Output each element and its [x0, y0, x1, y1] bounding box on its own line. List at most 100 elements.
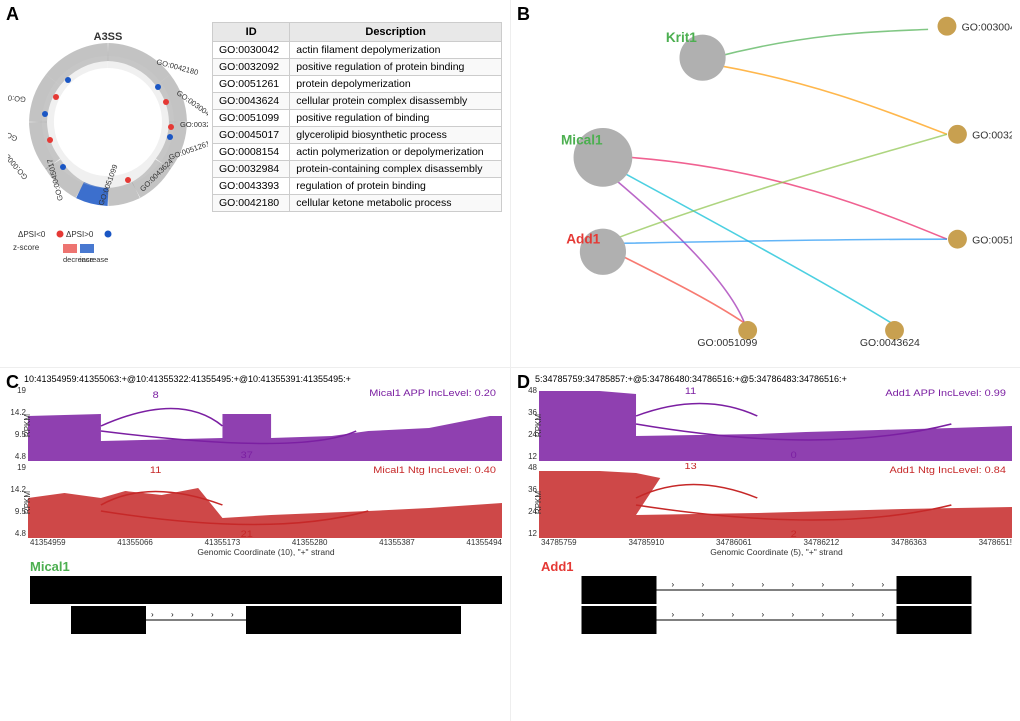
network-svg: Krit1 Mical1 Add1 GO:0030042 GO:0032092 … — [519, 8, 1012, 359]
rpkm-label-ntg: RPKM — [23, 491, 32, 514]
legend-dpsi-pos: ΔPSI>0 — [66, 230, 94, 239]
gene-track-svg-d-1: › › › › › › › › — [541, 576, 1012, 604]
red-dot-1 — [163, 99, 169, 105]
go-0043624-label: GO:0043624 — [860, 338, 920, 349]
go-0032092-label: GO:0032092 — [972, 130, 1012, 141]
legend-red-dot — [57, 231, 64, 238]
go-table: ID Description GO:0030042actin filament … — [212, 22, 502, 359]
svg-text:›: › — [822, 610, 825, 619]
legend-dpsi-neg: ΔPSI<0 — [18, 230, 46, 239]
app-chart-svg: 8 37 Mical1 APP IncLevel: 0.20 — [28, 386, 502, 461]
x-axis-d: 34785759 34785910 34786061 34786212 3478… — [541, 538, 1012, 547]
red-dot-2 — [168, 124, 174, 130]
red-dot-5 — [53, 94, 59, 100]
legend-zscore: z-score — [13, 243, 40, 252]
legend-increase-rect — [80, 244, 94, 253]
svg-text:Add1 Ntg IncLevel: 0.84: Add1 Ntg IncLevel: 0.84 — [889, 466, 1006, 476]
legend-decrease-rect — [63, 244, 77, 253]
panel-c: C 10:41354959:41355063:+@10:41355322:413… — [0, 367, 510, 721]
mical1-label: Mical1 — [561, 133, 603, 148]
svg-text:›: › — [151, 610, 154, 619]
svg-text:›: › — [822, 580, 825, 589]
gene-track-c-1: › › › › › — [30, 576, 502, 604]
table-row: GO:0008154actin polymerization or depoly… — [213, 144, 502, 161]
svg-text:Mical1 Ntg IncLevel: 0.40: Mical1 Ntg IncLevel: 0.40 — [373, 466, 496, 476]
blue-dot-3 — [60, 164, 66, 170]
go-0051099-node — [738, 321, 757, 340]
go-0043624-node — [885, 321, 904, 340]
table-row: GO:0032984protein-containing complex dis… — [213, 161, 502, 178]
red-dot-4 — [47, 137, 53, 143]
table-row: GO:0032092positive regulation of protein… — [213, 59, 502, 76]
panel-c-coord: 10:41354959:41355063:+@10:41355322:41355… — [24, 374, 502, 384]
blue-dot-1 — [155, 84, 161, 90]
ntg-track: 19 14.2 9.5 4.8 RPKM 11 21 Mical1 Ntg In… — [8, 463, 502, 538]
svg-text:›: › — [792, 610, 795, 619]
gene-track-svg-d-2: › › › › › › › › — [541, 606, 1012, 634]
table-header-id: ID — [213, 23, 290, 42]
svg-text:›: › — [211, 610, 214, 619]
go-label-0032092: GO:0032092 — [180, 120, 208, 129]
svg-text:37: 37 — [241, 451, 254, 461]
svg-text:›: › — [792, 580, 795, 589]
svg-text:›: › — [171, 610, 174, 619]
svg-text:›: › — [732, 580, 735, 589]
gene-track-svg-c-2: › › › › › — [30, 606, 502, 634]
svg-text:0: 0 — [791, 451, 798, 461]
go-table-body: GO:0030042actin filament depolymerizatio… — [213, 42, 502, 212]
panel-d-coord: 5:34785759:34785857:+@5:34786480:3478651… — [535, 374, 1012, 384]
main-container: A A3SS — [0, 0, 1020, 721]
app-track: 19 14.2 9.5 4.8 RPKM 8 37 Mical1 APP Inc… — [8, 386, 502, 461]
svg-text:›: › — [672, 610, 675, 619]
gene-name-d: Add1 — [541, 559, 1012, 574]
svg-text:2: 2 — [791, 530, 798, 538]
svg-text:›: › — [702, 610, 705, 619]
go-0030042-label: GO:0030042 — [962, 22, 1012, 33]
svg-text:›: › — [732, 610, 735, 619]
circular-diagram: A3SS — [8, 22, 208, 262]
panel-b: B Krit1 Mical1 — [510, 0, 1020, 367]
go-0051261-node — [948, 230, 967, 249]
go-label-0032984: GO:0032984 — [8, 117, 19, 143]
svg-text:›: › — [882, 580, 885, 589]
svg-text:›: › — [882, 610, 885, 619]
ntg-track-d: 48 36 24 12 RPKM 13 2 Add1 Ntg IncLevel:… — [519, 463, 1012, 538]
go-label-0043393: GO:0043393 — [8, 91, 26, 104]
app-track-d: 48 36 24 12 RPKM 11 0 Add1 APP IncLevel:… — [519, 386, 1012, 461]
red-dot-3 — [125, 177, 131, 183]
rpkm-label-ntg-d: RPKM — [534, 491, 543, 514]
svg-text:›: › — [191, 610, 194, 619]
svg-text:›: › — [852, 580, 855, 589]
svg-text:›: › — [762, 610, 765, 619]
blue-dot-4 — [42, 111, 48, 117]
add1-label: Add1 — [566, 231, 600, 246]
gene-track-d-1: › › › › › › › › — [541, 576, 1012, 604]
go-0030042-node — [938, 17, 957, 36]
circular-svg: A3SS — [8, 22, 208, 272]
app-chart-svg-d: 11 0 Add1 APP IncLevel: 0.99 — [539, 386, 1012, 461]
table-row: GO:0043624cellular protein complex disas… — [213, 93, 502, 110]
x-axis-c: 41354959 41355066 41355173 41355280 4135… — [30, 538, 502, 547]
legend-increase-label: increase — [80, 255, 108, 264]
table-row: GO:0030042actin filament depolymerizatio… — [213, 42, 502, 59]
blue-dot-5 — [65, 77, 71, 83]
svg-text:›: › — [231, 610, 234, 619]
svg-text:11: 11 — [150, 466, 162, 476]
svg-text:21: 21 — [241, 530, 254, 538]
table-row: GO:0051261protein depolymerization — [213, 76, 502, 93]
go-0032092-node — [948, 125, 967, 144]
go-terms-table: ID Description GO:0030042actin filament … — [212, 22, 502, 212]
go-label-0008154: GO:0008154 — [8, 143, 30, 182]
svg-text:Add1 APP IncLevel: 0.99: Add1 APP IncLevel: 0.99 — [885, 389, 1006, 399]
x-axis-label-c: Genomic Coordinate (10), "+" strand — [30, 547, 502, 557]
go-0051099-label: GO:0051099 — [697, 338, 757, 349]
panel-b-label: B — [517, 4, 530, 25]
panel-d: D 5:34785759:34785857:+@5:34786480:34786… — [510, 367, 1020, 721]
rpkm-label-app: RPKM — [23, 414, 32, 437]
svg-text:›: › — [852, 610, 855, 619]
gene-track-c-2: › › › › › — [30, 606, 502, 634]
legend-blue-dot — [105, 231, 112, 238]
gene-track-d-2: › › › › › › › › — [541, 606, 1012, 634]
svg-text:11: 11 — [685, 387, 697, 397]
table-row: GO:0043393regulation of protein binding — [213, 178, 502, 195]
